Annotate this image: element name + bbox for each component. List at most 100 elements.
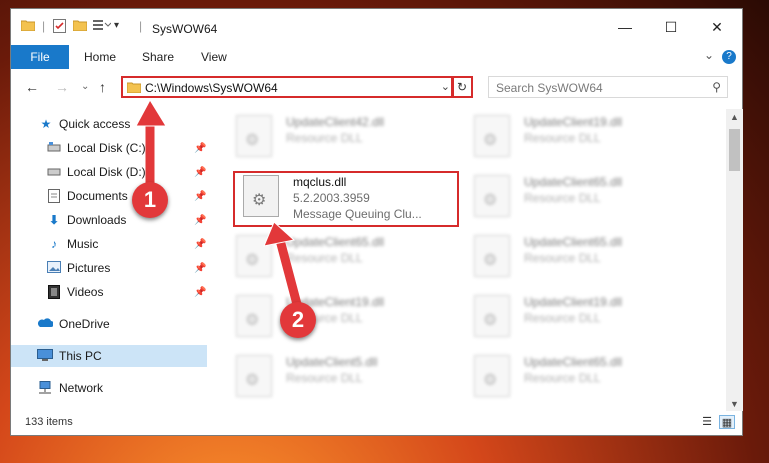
nav-item-network[interactable]: Network xyxy=(11,377,207,399)
videos-icon xyxy=(47,285,61,299)
nav-item-local-disk-c[interactable]: Local Disk (C:) 📌 xyxy=(11,137,207,159)
dll-file-icon: ⚙ xyxy=(474,175,510,217)
close-button[interactable]: ✕ xyxy=(694,9,740,45)
nav-item-documents[interactable]: Documents 📌 xyxy=(11,185,207,207)
file-type: Resource DLL xyxy=(524,191,601,205)
nav-item-quick-access[interactable]: ★ Quick access xyxy=(11,113,207,135)
file-type: Resource DLL xyxy=(286,371,363,385)
file-item[interactable]: ⚙ UpdateClient19.dll Resource DLL xyxy=(474,113,704,163)
expand-ribbon-icon[interactable]: ⌄ xyxy=(704,48,714,62)
file-item[interactable]: ⚙ UpdateClient65.dll Resource DLL xyxy=(474,233,704,283)
nav-item-this-pc[interactable]: This PC xyxy=(11,345,207,367)
file-item[interactable]: ⚙ UpdateClient65.dll Resource DLL xyxy=(236,233,466,283)
pictures-icon xyxy=(47,261,61,275)
nav-item-label: Network xyxy=(59,381,104,395)
customize-toolbar-icon[interactable] xyxy=(93,19,112,34)
up-button[interactable]: ↑ xyxy=(99,79,106,95)
dll-file-icon: ⚙ xyxy=(474,355,510,397)
dll-file-icon: ⚙ xyxy=(474,295,510,337)
file-item[interactable]: ⚙ UpdateClient42.dll Resource DLL xyxy=(236,113,466,163)
file-type: Resource DLL xyxy=(286,131,363,145)
downloads-icon: ⬇ xyxy=(48,213,60,227)
recent-locations-icon[interactable]: ⌄ xyxy=(81,81,89,92)
pin-icon[interactable]: 📌 xyxy=(194,143,206,154)
folder-icon xyxy=(20,19,36,34)
file-name: UpdateClient65.dll xyxy=(524,175,623,189)
tab-file[interactable]: File xyxy=(11,45,69,69)
window-title: SysWOW64 xyxy=(152,22,218,36)
onedrive-icon xyxy=(37,317,54,331)
nav-item-label: OneDrive xyxy=(59,317,110,331)
address-dropdown-icon[interactable]: ⌄ xyxy=(441,80,450,93)
pin-icon[interactable]: 📌 xyxy=(194,239,206,250)
minimize-button[interactable]: — xyxy=(602,9,648,45)
dll-file-icon: ⚙ xyxy=(236,235,272,277)
pin-icon[interactable]: 📌 xyxy=(194,191,206,202)
network-icon xyxy=(37,381,51,395)
new-folder-icon[interactable] xyxy=(72,19,88,34)
search-box[interactable]: Search SysWOW64 ⚲ xyxy=(488,76,728,98)
tab-home[interactable]: Home xyxy=(84,50,116,64)
file-item[interactable]: ⚙ UpdateClient65.dll Resource DLL xyxy=(474,173,704,223)
maximize-button[interactable]: ☐ xyxy=(648,9,694,45)
forward-button[interactable]: → xyxy=(55,79,69,95)
large-icons-view-icon[interactable]: ▦ xyxy=(719,415,735,429)
nav-item-onedrive[interactable]: OneDrive xyxy=(11,313,207,335)
back-button[interactable]: ← xyxy=(25,79,39,95)
search-icon: ⚲ xyxy=(712,80,721,94)
documents-icon xyxy=(47,189,61,203)
dll-file-icon: ⚙ xyxy=(474,235,510,277)
explorer-window: | ▾ | SysWOW64 — ☐ ✕ File Home Share Vie… xyxy=(10,8,743,436)
nav-item-videos[interactable]: Videos 📌 xyxy=(11,281,207,303)
nav-item-label: This PC xyxy=(59,349,102,363)
tab-share[interactable]: Share xyxy=(142,50,174,64)
file-item[interactable]: ⚙ UpdateClient19.dll Resource DLL xyxy=(474,293,704,343)
scrollbar-thumb[interactable] xyxy=(729,129,740,171)
file-type: Resource DLL xyxy=(524,371,601,385)
pin-icon[interactable]: 📌 xyxy=(194,215,206,226)
file-type: Resource DLL xyxy=(286,251,363,265)
tab-view[interactable]: View xyxy=(201,50,227,64)
nav-item-local-disk-d[interactable]: Local Disk (D:) 📌 xyxy=(11,161,207,183)
separator: | xyxy=(139,19,143,33)
dll-file-icon: ⚙ xyxy=(236,355,272,397)
scroll-down-icon[interactable]: ▼ xyxy=(730,399,739,409)
nav-item-label: Quick access xyxy=(59,117,131,131)
address-row: ← → ⌄ ↑ C:\Windows\SysWOW64 ⌄ ↻ Search S… xyxy=(11,73,742,103)
file-type: Resource DLL xyxy=(524,131,601,145)
dll-file-icon: ⚙ xyxy=(236,295,272,337)
file-name: UpdateClient65.dll xyxy=(524,235,623,249)
nav-item-music[interactable]: ♪ Music 📌 xyxy=(11,233,207,255)
file-name: UpdateClient65.dll xyxy=(286,235,385,249)
vertical-scrollbar[interactable]: ▲ ▼ xyxy=(726,109,743,411)
quick-access-dropdown-icon[interactable]: ▾ xyxy=(114,20,119,31)
file-item[interactable]: ⚙ UpdateClient65.dll Resource DLL xyxy=(474,353,704,403)
selected-file-highlight xyxy=(233,171,459,227)
nav-item-downloads[interactable]: ⬇ Downloads 📌 xyxy=(11,209,207,231)
search-input[interactable]: Search SysWOW64 xyxy=(496,81,603,95)
file-item[interactable]: ⚙ UpdateClient5.dll Resource DLL xyxy=(236,353,466,403)
file-type: Resource DLL xyxy=(524,251,601,265)
file-list: ⚙ UpdateClient42.dll Resource DLL ⚙ mqcl… xyxy=(216,109,726,407)
separator: | xyxy=(42,19,46,33)
nav-item-label: Downloads xyxy=(67,213,127,227)
star-icon: ★ xyxy=(40,117,52,131)
pin-icon[interactable]: 📌 xyxy=(194,287,206,298)
nav-item-pictures[interactable]: Pictures 📌 xyxy=(11,257,207,279)
file-item[interactable]: ⚙ UpdateClient19.dll Resource DLL xyxy=(236,293,466,343)
nav-item-label: Local Disk (C:) xyxy=(67,141,146,155)
address-bar[interactable]: C:\Windows\SysWOW64 ⌄ xyxy=(121,76,454,98)
drive-icon xyxy=(47,141,61,155)
refresh-button[interactable]: ↻ xyxy=(451,76,473,98)
nav-item-label: Documents xyxy=(67,189,128,203)
dll-file-icon: ⚙ xyxy=(474,115,510,157)
properties-icon[interactable] xyxy=(53,19,66,36)
pin-icon[interactable]: 📌 xyxy=(194,167,206,178)
scroll-up-icon[interactable]: ▲ xyxy=(730,112,739,122)
file-name: UpdateClient19.dll xyxy=(524,295,623,309)
nav-item-label: Local Disk (D:) xyxy=(67,165,146,179)
details-view-icon[interactable]: ☰ xyxy=(699,415,715,429)
file-name: UpdateClient42.dll xyxy=(286,115,385,129)
pin-icon[interactable]: 📌 xyxy=(194,263,206,274)
help-icon[interactable]: ? xyxy=(722,50,736,64)
